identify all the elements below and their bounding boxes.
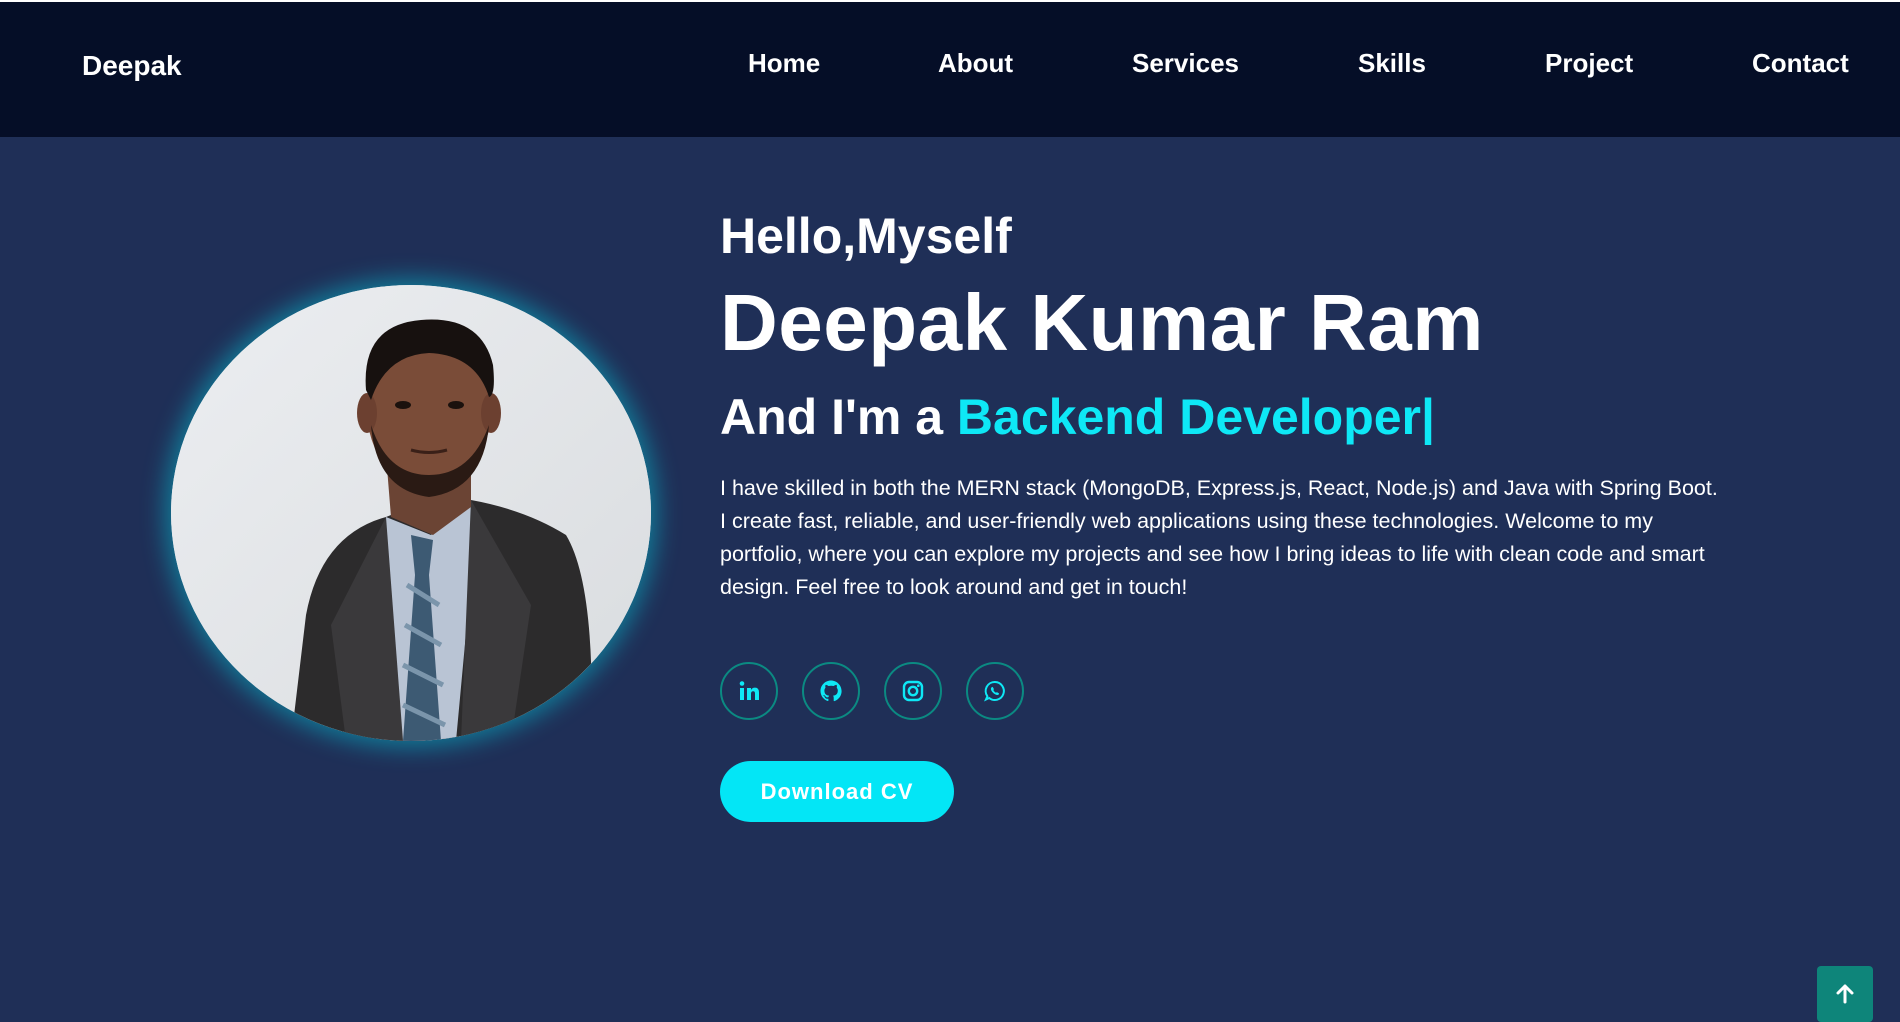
greeting-heading: Hello,Myself (720, 208, 1012, 264)
nav-contact[interactable]: Contact (1752, 48, 1849, 79)
arrow-up-icon (1836, 984, 1854, 1004)
nav-about[interactable]: About (938, 48, 1013, 79)
profile-photo (171, 285, 651, 741)
nav-services[interactable]: Services (1132, 48, 1239, 79)
nav-skills[interactable]: Skills (1358, 48, 1426, 79)
instagram-icon (902, 680, 924, 702)
role-prefix: And I'm a (720, 389, 957, 445)
nav-project[interactable]: Project (1545, 48, 1633, 79)
download-cv-button[interactable]: Download CV (720, 761, 954, 822)
whatsapp-link[interactable] (966, 662, 1024, 720)
role-heading: And I'm a Backend Developer| (720, 388, 1435, 446)
name-heading: Deepak Kumar Ram (720, 278, 1484, 367)
bio-paragraph: I have skilled in both the MERN stack (M… (720, 476, 1718, 599)
navbar: Deepak Home About Services Skills Projec… (0, 2, 1900, 137)
github-link[interactable] (802, 662, 860, 720)
whatsapp-icon (984, 680, 1005, 702)
github-icon (820, 680, 842, 702)
hero-section: Hello,Myself Deepak Kumar Ram And I'm a … (0, 137, 1900, 1022)
nav-home[interactable]: Home (748, 48, 820, 79)
linkedin-link[interactable] (720, 662, 778, 720)
brand-logo[interactable]: Deepak (82, 50, 182, 82)
instagram-link[interactable] (884, 662, 942, 720)
role-highlight: Backend Developer| (956, 389, 1435, 445)
scroll-to-top-button[interactable] (1817, 966, 1873, 1022)
linkedin-icon (739, 681, 759, 700)
